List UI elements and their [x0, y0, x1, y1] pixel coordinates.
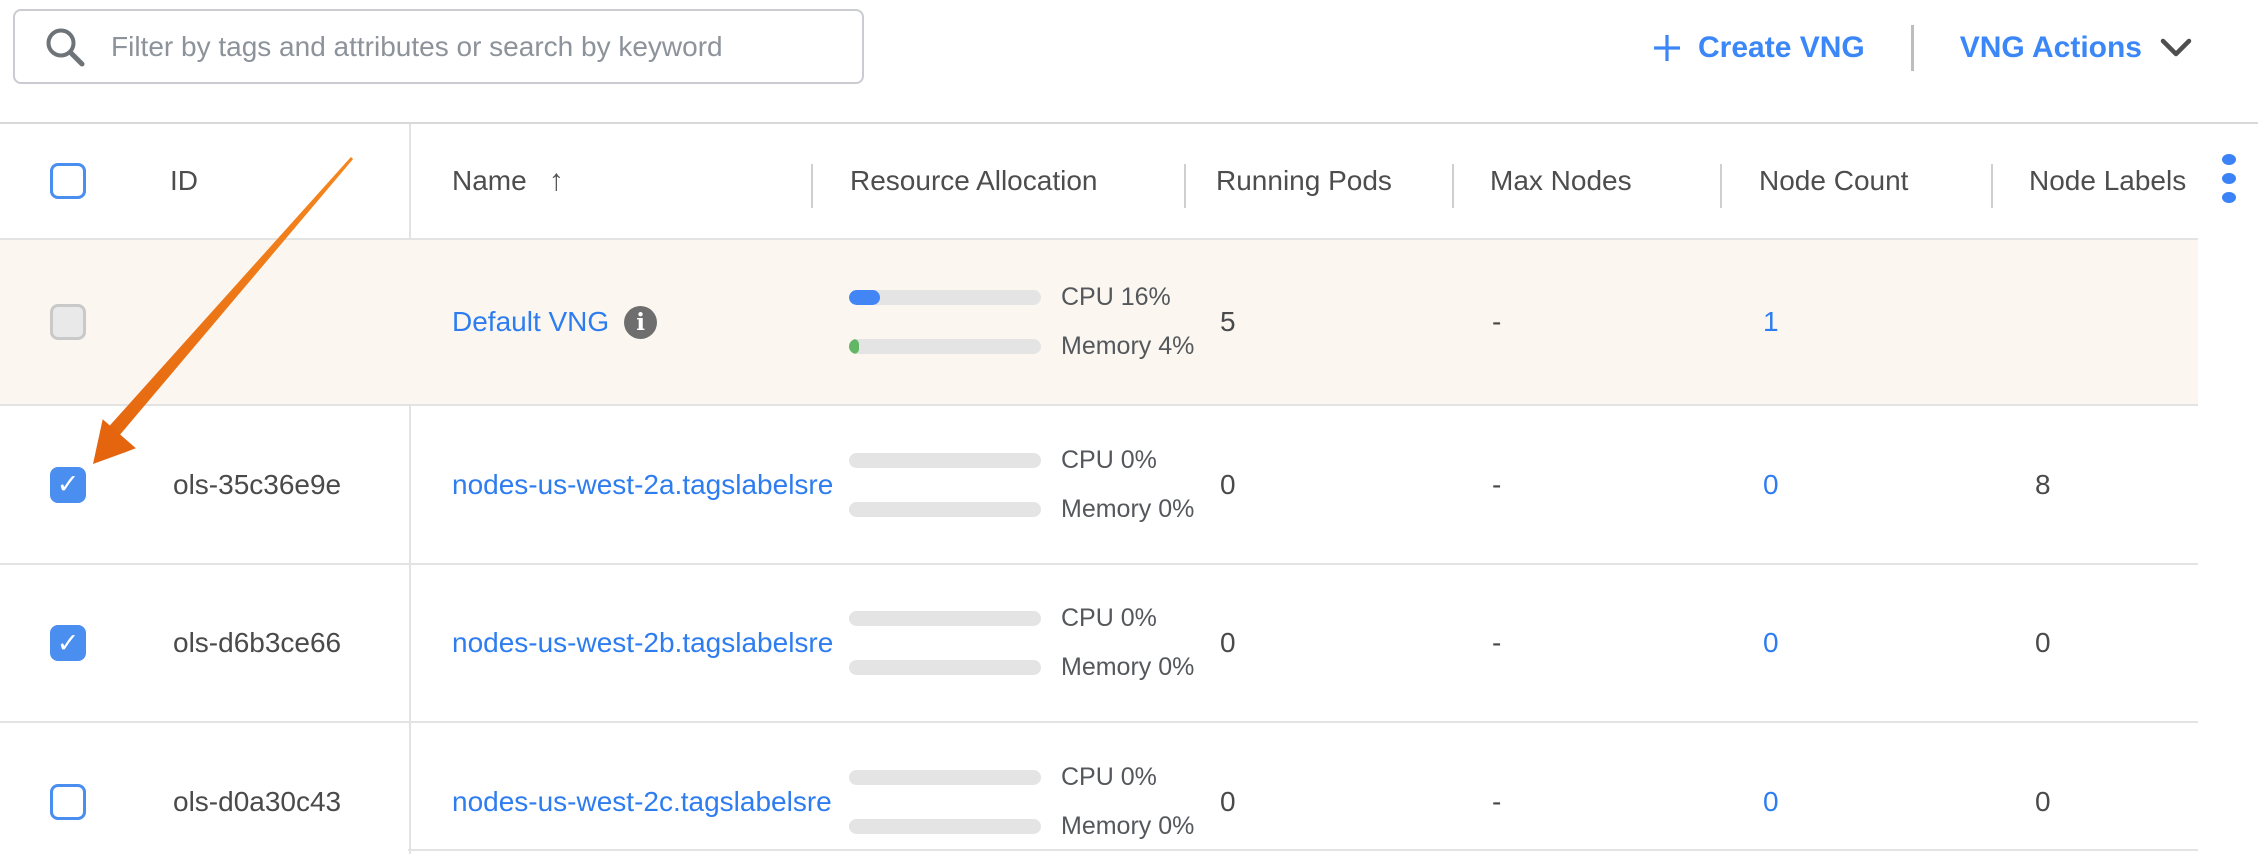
vng-list-page: Create VNG VNG Actions ID Name ↑ Resourc… [0, 0, 2258, 854]
table-row: ols-35c36e9e nodes-us-west-2a.tagslabels… [0, 406, 2198, 563]
resource-allocation-cell: CPU 0% Memory 0% [849, 565, 1194, 721]
header-divider [1991, 164, 1993, 208]
running-pods-value: 0 [1220, 406, 1236, 563]
row-id: ols-d6b3ce66 [173, 565, 341, 721]
memory-label: Memory 0% [1061, 495, 1194, 524]
kebab-dot [2222, 173, 2236, 184]
memory-progress-fill [849, 339, 859, 354]
kebab-menu-icon[interactable] [2222, 150, 2236, 207]
select-all-checkbox[interactable] [50, 163, 86, 199]
vng-name-link[interactable]: nodes-us-west-2c.tagslabelsre [452, 786, 832, 818]
header-divider [1452, 164, 1454, 208]
table-row: Default VNG i CPU 16% Memory 4% 5 - 1 [0, 240, 2198, 404]
running-pods-value: 0 [1220, 565, 1236, 721]
memory-label: Memory 0% [1061, 653, 1194, 682]
memory-label: Memory 4% [1061, 332, 1194, 361]
plus-icon [1651, 32, 1683, 64]
kebab-dot [2222, 154, 2236, 165]
resource-allocation-cell: CPU 0% Memory 0% [849, 723, 1194, 854]
header-resource-allocation[interactable]: Resource Allocation [850, 124, 1097, 238]
create-vng-button[interactable]: Create VNG [1651, 31, 1865, 65]
search-input[interactable] [109, 16, 862, 78]
memory-label: Memory 0% [1061, 812, 1194, 841]
table-header: ID Name ↑ Resource Allocation Running Po… [0, 124, 2198, 238]
node-labels-value: 0 [2035, 565, 2051, 721]
node-count-link[interactable]: 0 [1763, 469, 1779, 501]
row-id: ols-35c36e9e [173, 406, 341, 563]
header-node-labels[interactable]: Node Labels [2029, 124, 2186, 238]
row-checkbox[interactable] [50, 625, 86, 661]
resource-allocation-cell: CPU 16% Memory 4% [849, 240, 1194, 404]
max-nodes-value: - [1492, 240, 1501, 404]
info-icon[interactable]: i [624, 306, 657, 339]
search-box[interactable] [13, 9, 864, 84]
cpu-progress-bar [849, 290, 1041, 305]
chevron-down-icon [2160, 38, 2192, 58]
header-max-nodes[interactable]: Max Nodes [1490, 124, 1632, 238]
create-vng-label: Create VNG [1698, 31, 1865, 65]
vng-name-link[interactable]: Default VNG [452, 306, 609, 338]
toolbar-actions: Create VNG VNG Actions [1651, 0, 2192, 96]
memory-progress-bar [849, 819, 1041, 834]
max-nodes-value: - [1492, 406, 1501, 563]
running-pods-value: 5 [1220, 240, 1236, 404]
header-running-pods[interactable]: Running Pods [1216, 124, 1392, 238]
row-checkbox[interactable] [50, 304, 86, 340]
kebab-dot [2222, 192, 2236, 203]
node-count-link[interactable]: 0 [1763, 627, 1779, 659]
header-divider [1720, 164, 1722, 208]
header-name[interactable]: Name ↑ [452, 124, 564, 238]
cpu-label: CPU 0% [1061, 604, 1157, 633]
cpu-label: CPU 0% [1061, 446, 1157, 475]
header-id[interactable]: ID [170, 124, 198, 238]
cpu-label: CPU 16% [1061, 283, 1171, 312]
node-labels-value: 8 [2035, 406, 2051, 563]
header-divider [811, 164, 813, 208]
row-checkbox[interactable] [50, 784, 86, 820]
node-labels-value: 0 [2035, 723, 2051, 854]
vng-name-link[interactable]: nodes-us-west-2a.tagslabelsre [452, 469, 833, 501]
vng-name-link[interactable]: nodes-us-west-2b.tagslabelsre [452, 627, 833, 659]
search-icon [42, 24, 88, 70]
vng-actions-button[interactable]: VNG Actions [1960, 31, 2192, 65]
toolbar-divider [1911, 25, 1914, 71]
row-checkbox[interactable] [50, 467, 86, 503]
select-all-cell [50, 124, 86, 238]
vng-actions-label: VNG Actions [1960, 31, 2142, 65]
header-name-label: Name [452, 165, 527, 197]
resource-allocation-cell: CPU 0% Memory 0% [849, 406, 1194, 563]
sort-ascending-icon[interactable]: ↑ [549, 164, 564, 198]
header-divider [1184, 164, 1186, 208]
memory-progress-bar [849, 660, 1041, 675]
cpu-progress-fill [849, 290, 880, 305]
header-node-count[interactable]: Node Count [1759, 124, 1908, 238]
row-id: ols-d0a30c43 [173, 723, 341, 854]
cpu-progress-bar [849, 770, 1041, 785]
cpu-label: CPU 0% [1061, 763, 1157, 792]
memory-progress-bar [849, 502, 1041, 517]
cpu-progress-bar [849, 453, 1041, 468]
memory-progress-bar [849, 339, 1041, 354]
node-count-link[interactable]: 1 [1763, 306, 1779, 338]
table-row: ols-d6b3ce66 nodes-us-west-2b.tagslabels… [0, 565, 2198, 721]
max-nodes-value: - [1492, 565, 1501, 721]
running-pods-value: 0 [1220, 723, 1236, 854]
cpu-progress-bar [849, 611, 1041, 626]
max-nodes-value: - [1492, 723, 1501, 854]
node-count-link[interactable]: 0 [1763, 786, 1779, 818]
table-row: ols-d0a30c43 nodes-us-west-2c.tagslabels… [0, 723, 2198, 854]
